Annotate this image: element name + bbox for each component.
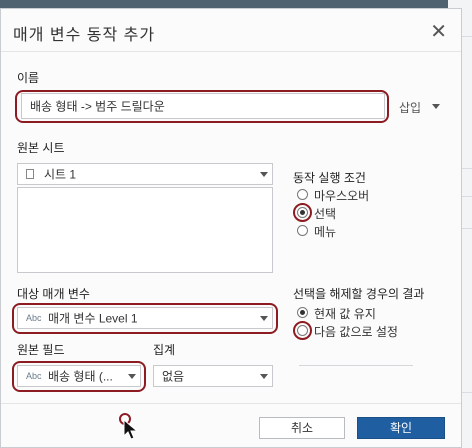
radio-hover-label: 마우스오버 bbox=[314, 189, 370, 203]
target-parameter-label: 대상 매개 변수 bbox=[17, 287, 90, 301]
clearing-selection-label: 선택을 해제할 경우의 결과 bbox=[293, 287, 425, 301]
set-value-underline bbox=[299, 365, 413, 366]
aggregation-value: 없음 bbox=[162, 369, 185, 384]
radio-select-label: 선택 bbox=[314, 207, 337, 221]
dialog-title: 매개 변수 동작 추가 bbox=[13, 27, 156, 44]
name-label: 이름 bbox=[17, 71, 40, 85]
chevron-down-icon[interactable] bbox=[260, 374, 268, 379]
radio-keep-current-label: 현재 값 유지 bbox=[314, 307, 376, 321]
radio-menu-label: 메뉴 bbox=[314, 225, 337, 239]
cancel-button[interactable]: 취소 bbox=[259, 417, 345, 439]
sheet-icon bbox=[26, 169, 34, 179]
source-sheets-selected: 시트 1 bbox=[44, 167, 77, 182]
chevron-down-icon[interactable] bbox=[260, 172, 268, 177]
highlight-ring-set-to bbox=[293, 321, 312, 340]
title-divider bbox=[1, 51, 461, 52]
insert-menu[interactable]: 삽입 bbox=[399, 99, 421, 116]
source-sheets-dropdown[interactable]: 시트 1 bbox=[17, 163, 273, 185]
aggregation-label: 집계 bbox=[153, 343, 176, 357]
mouse-cursor-icon bbox=[123, 419, 139, 440]
ok-button[interactable]: 확인 bbox=[357, 417, 445, 439]
radio-set-to-label: 다음 값으로 설정 bbox=[314, 325, 398, 339]
radio-hover[interactable] bbox=[297, 189, 308, 200]
aggregation-dropdown[interactable]: 없음 bbox=[153, 365, 273, 387]
source-sheets-label: 원본 시트 bbox=[17, 141, 65, 155]
close-icon[interactable]: ✕ bbox=[430, 19, 447, 44]
footer-divider bbox=[1, 403, 461, 404]
add-parameter-action-dialog: 매개 변수 동작 추가 ✕ 이름 배송 형태 -> 범주 드릴다운 삽입 원본 … bbox=[0, 8, 462, 448]
highlight-ring-source-field bbox=[12, 361, 146, 392]
radio-menu[interactable] bbox=[297, 225, 308, 236]
radio-keep-current[interactable] bbox=[297, 307, 308, 318]
highlight-ring-select bbox=[293, 203, 312, 222]
background-app-header bbox=[0, 0, 472, 8]
highlight-ring-name bbox=[15, 90, 389, 123]
run-action-on-label: 동작 실행 조건 bbox=[293, 171, 366, 185]
source-sheets-list[interactable] bbox=[17, 187, 273, 273]
chevron-down-icon[interactable] bbox=[432, 104, 440, 109]
highlight-ring-target-parameter bbox=[12, 303, 278, 334]
source-field-label: 원본 필드 bbox=[17, 343, 65, 357]
